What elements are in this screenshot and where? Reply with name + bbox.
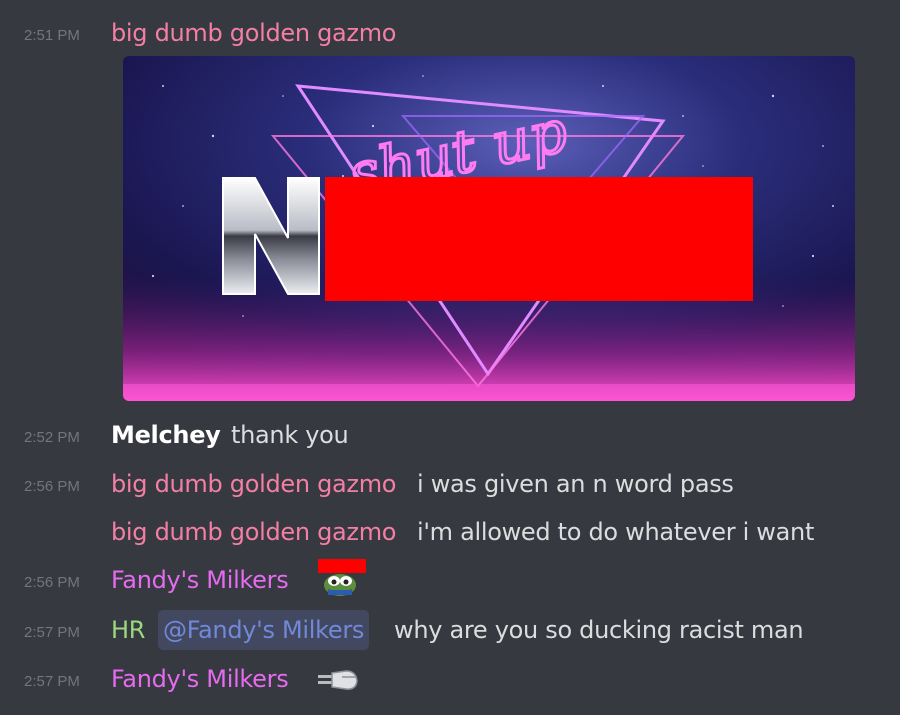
author-name[interactable]: big dumb golden gazmo [111,472,396,496]
message-timestamp: 2:56 PM [24,574,80,591]
pepe-emoji [318,559,366,597]
user-mention[interactable]: @Fandy's Milkers [158,610,370,650]
pointing-hand-emoji [316,667,360,693]
message-row: 2:52 PM Melchey thank you [0,423,900,471]
message-text: i was given an n word pass [417,470,734,498]
author-name[interactable]: HR [111,618,145,642]
author-name[interactable]: big dumb golden gazmo [111,520,396,544]
message-text: thank you [231,421,349,449]
redaction-box [318,559,366,573]
message-text: why are you so ducking racist man [394,616,804,644]
author-name[interactable]: Fandy's Milkers [111,568,289,592]
message-timestamp: 2:56 PM [24,478,80,495]
message-timestamp: 2:57 PM [24,624,80,641]
message-row: 2:56 PM Fandy's Milkers [0,559,900,616]
author-name[interactable]: big dumb golden gazmo [111,21,396,45]
author-name[interactable]: Melchey [111,423,221,447]
message-timestamp: 2:51 PM [24,27,80,44]
redaction-box [325,177,753,301]
message-timestamp: 2:52 PM [24,429,80,446]
message-text: i'm allowed to do whatever i want [417,518,815,546]
message-timestamp: 2:57 PM [24,673,80,690]
message-row: big dumb golden gazmo i'm allowed to do … [0,520,900,568]
author-name[interactable]: Fandy's Milkers [111,667,289,691]
message-row: 2:56 PM big dumb golden gazmo i was give… [0,472,900,520]
message-row: 2:57 PM HR @Fandy's Milkers why are you … [0,610,900,666]
image-embed[interactable]: shut up [123,56,855,401]
